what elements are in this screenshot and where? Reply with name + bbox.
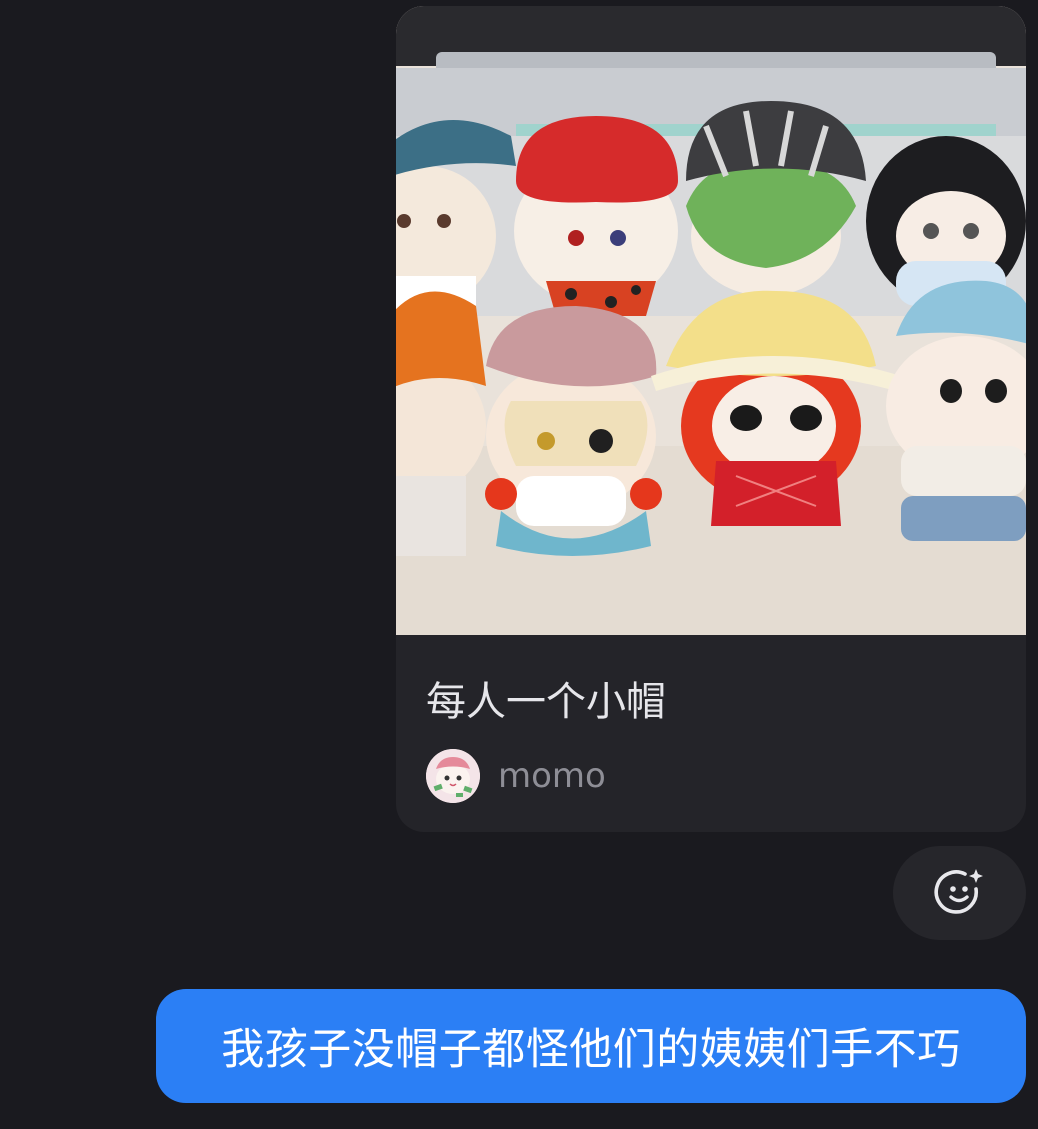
outgoing-message-text: 我孩子没帽子都怪他们的姨姨们手不巧: [221, 1025, 961, 1075]
momo-avatar-icon[interactable]: [426, 749, 480, 803]
post-author[interactable]: momo: [426, 748, 606, 804]
post-title: 每人一个小帽: [426, 679, 666, 725]
add-reaction-button[interactable]: [893, 846, 1026, 940]
post-photo[interactable]: [396, 6, 1026, 635]
outgoing-message-bubble[interactable]: 我孩子没帽子都怪他们的姨姨们手不巧: [156, 989, 1026, 1103]
plush-dolls-photo-illustration: [396, 6, 1026, 635]
chat-screen: 每人一个小帽 momo 我孩子没帽子都怪他们的姨姨们手不巧: [0, 0, 1038, 1129]
author-name[interactable]: momo: [498, 756, 606, 796]
add-reaction-smiley-icon: [933, 869, 983, 914]
shared-post-card[interactable]: 每人一个小帽 momo: [396, 6, 1026, 832]
